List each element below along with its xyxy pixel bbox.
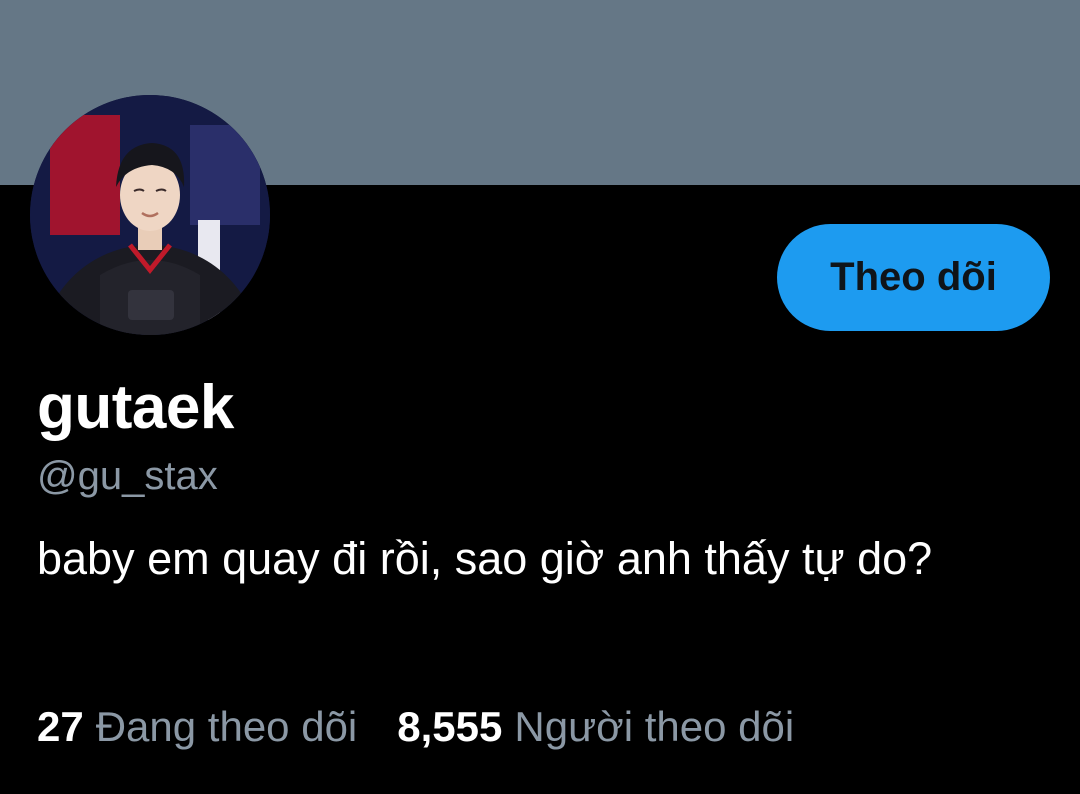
- followers-stat-link[interactable]: 8,555 Người theo dõi: [397, 700, 794, 754]
- follow-button[interactable]: Theo dõi: [777, 224, 1050, 331]
- profile-avatar[interactable]: [30, 95, 270, 335]
- profile-page: Theo dõi gutaek @gu_stax baby em quay đi…: [0, 0, 1080, 794]
- following-label: Đang theo dõi: [95, 703, 358, 750]
- followers-count: 8,555: [397, 703, 503, 750]
- following-count: 27: [37, 703, 84, 750]
- display-name: gutaek: [37, 373, 234, 442]
- avatar-photo: [30, 95, 270, 335]
- follow-stats: 27 Đang theo dõi 8,555 Người theo dõi: [37, 700, 794, 754]
- user-handle: @gu_stax: [37, 454, 218, 498]
- profile-bio: baby em quay đi rồi, sao giờ anh thấy tự…: [37, 533, 933, 584]
- followers-label: Người theo dõi: [514, 703, 795, 750]
- following-stat-link[interactable]: 27 Đang theo dõi: [37, 700, 357, 754]
